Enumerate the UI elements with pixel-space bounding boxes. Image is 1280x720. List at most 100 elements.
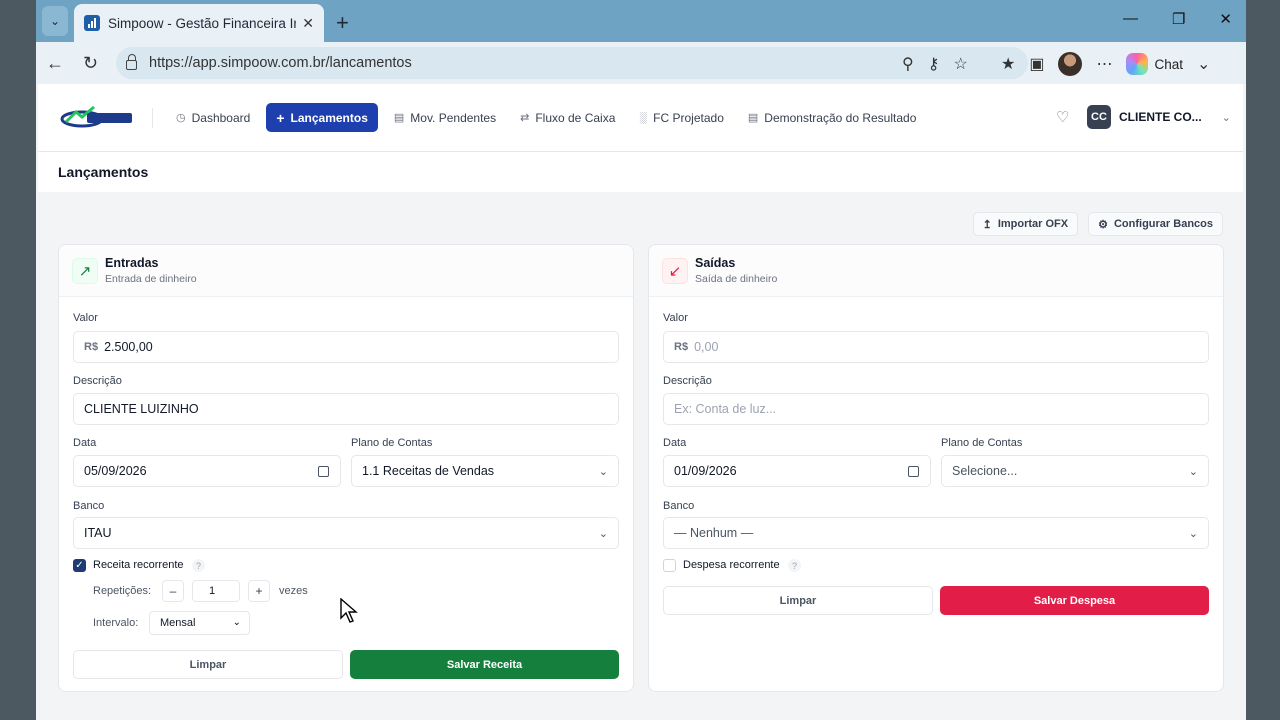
user-avatar: CC: [1087, 105, 1111, 129]
new-tab-plus-icon[interactable]: +: [336, 10, 349, 36]
nav-items: ◷ Dashboard + Lançamentos ▤ Mov. Pendentes …: [168, 103, 924, 132]
nav-mov-pendentes[interactable]: ▤ Mov. Pendentes: [386, 103, 504, 132]
intervalo-select[interactable]: Mensal ⌄: [149, 611, 250, 635]
entradas-banco-select[interactable]: ITAU ⌄: [73, 517, 619, 549]
page-actions: ↥ Importar OFX ⚙ Configurar Bancos: [972, 212, 1223, 236]
nav-mov-pendentes-label: Mov. Pendentes: [410, 110, 497, 125]
top-navigation: ◷ Dashboard + Lançamentos ▤ Mov. Pendentes …: [38, 84, 1243, 152]
plano-label: Plano de Contas: [941, 437, 1023, 449]
chevron-down-icon: ⌄: [232, 617, 241, 628]
nav-fluxo-label: Fluxo de Caixa: [535, 110, 616, 125]
notifications-bell-icon[interactable]: ♡: [1056, 108, 1069, 126]
despesa-recorrente-label: Despesa recorrente: [683, 559, 780, 571]
reload-icon[interactable]: ↻: [83, 53, 98, 74]
help-icon[interactable]: ?: [788, 559, 801, 572]
entradas-banco-value: ITAU: [84, 526, 112, 540]
decrement-button[interactable]: –: [162, 580, 184, 602]
calendar-icon[interactable]: [318, 466, 329, 477]
saidas-data-input[interactable]: 01/09/2026: [663, 455, 931, 487]
nav-fc-projetado[interactable]: ░ FC Projetado: [631, 103, 732, 132]
nav-demonstracao-label: Demonstração do Resultado: [764, 110, 917, 125]
chat-label: Chat: [1154, 56, 1183, 72]
calendar-icon[interactable]: [908, 466, 919, 477]
background-left: [0, 0, 36, 720]
sidebar-chevron-icon[interactable]: ⌄: [1197, 54, 1210, 74]
nav-lancamentos[interactable]: + Lançamentos: [266, 103, 378, 132]
back-arrow-icon[interactable]: ←: [46, 53, 64, 74]
chevron-down-icon: ⌄: [1188, 466, 1198, 478]
saidas-data-value: 01/09/2026: [674, 464, 737, 478]
user-name: CLIENTE CO...: [1119, 110, 1202, 124]
url-field[interactable]: https://app.simpoow.com.br/lancamentos: [116, 47, 1028, 79]
repeticoes-label: Repetições:: [93, 585, 152, 597]
saidas-subtitle: Saída de dinheiro: [695, 273, 778, 285]
key-icon[interactable]: ⚷: [928, 54, 940, 74]
entradas-valor-value: 2.500,00: [104, 340, 153, 354]
tab-actions-chevron-icon[interactable]: ⌄: [42, 6, 68, 36]
profile-avatar[interactable]: [1058, 52, 1083, 76]
tab-close-icon[interactable]: ✕: [302, 15, 314, 32]
bar-chart-icon: ░: [639, 111, 648, 124]
tab-title: Simpoow - Gestão Financeira Intel: [108, 15, 297, 31]
dashboard-icon: ◷: [176, 112, 186, 124]
copilot-chat-button[interactable]: Chat: [1126, 53, 1183, 75]
nav-dashboard[interactable]: ◷ Dashboard: [168, 103, 258, 132]
collections-icon[interactable]: ▣: [1029, 54, 1044, 74]
zoom-icon[interactable]: ⚲: [902, 54, 914, 74]
saidas-valor-placeholder: 0,00: [694, 340, 719, 354]
descricao-label: Descrição: [73, 375, 122, 387]
saidas-descricao-input[interactable]: Ex: Conta de luz...: [663, 393, 1209, 425]
page-title: Lançamentos: [38, 152, 1243, 192]
nav-demonstracao[interactable]: ▤ Demonstração do Resultado: [740, 103, 925, 132]
upload-icon: ↥: [982, 218, 992, 231]
help-icon[interactable]: ?: [192, 559, 205, 572]
entradas-descricao-input[interactable]: CLIENTE LUIZINHO: [73, 393, 619, 425]
saidas-banco-value: — Nenhum —: [674, 526, 754, 540]
increment-button[interactable]: +: [248, 580, 270, 602]
entradas-plano-select[interactable]: 1.1 Receitas de Vendas ⌄: [351, 455, 619, 487]
nav-separator: [152, 108, 153, 128]
entradas-limpar-button[interactable]: Limpar: [73, 650, 343, 679]
saidas-banco-select[interactable]: — Nenhum — ⌄: [663, 517, 1209, 549]
salvar-receita-button[interactable]: Salvar Receita: [350, 650, 619, 679]
intervalo-value: Mensal: [160, 617, 196, 629]
close-window-icon[interactable]: ✕: [1219, 10, 1232, 28]
plano-label: Plano de Contas: [351, 437, 433, 449]
entradas-data-input[interactable]: 05/09/2026: [73, 455, 341, 487]
document-icon: ▤: [747, 112, 759, 124]
plus-icon: +: [276, 109, 285, 126]
browser-tab[interactable]: Simpoow - Gestão Financeira Intel ✕: [74, 4, 324, 42]
vezes-label: vezes: [279, 585, 308, 597]
import-ofx-button[interactable]: ↥ Importar OFX: [972, 212, 1079, 236]
arrows-icon: ⇄: [520, 112, 530, 124]
maximize-icon[interactable]: ❐: [1172, 10, 1185, 28]
more-options-icon[interactable]: ⋯: [1096, 54, 1112, 74]
import-ofx-label: Importar OFX: [997, 218, 1069, 230]
configurar-bancos-button[interactable]: ⚙ Configurar Bancos: [1088, 212, 1223, 236]
repeticoes-input[interactable]: 1: [192, 580, 240, 602]
chevron-down-icon: ⌄: [598, 528, 608, 540]
favorites-icon[interactable]: ★: [1001, 54, 1015, 74]
tab-bar: ⌄ Simpoow - Gestão Financeira Intel ✕ + …: [36, 0, 1246, 42]
saidas-title: Saídas: [695, 256, 736, 270]
entradas-data-value: 05/09/2026: [84, 464, 147, 478]
entradas-valor-input[interactable]: R$ 2.500,00: [73, 331, 619, 363]
minimize-icon[interactable]: —: [1123, 10, 1138, 28]
saidas-limpar-button[interactable]: Limpar: [663, 586, 933, 615]
simpoow-favicon-icon: [84, 15, 100, 31]
entradas-descricao-value: CLIENTE LUIZINHO: [84, 402, 199, 416]
salvar-despesa-button[interactable]: Salvar Despesa: [940, 586, 1209, 615]
url-text: https://app.simpoow.com.br/lancamentos: [149, 55, 412, 71]
saidas-plano-select[interactable]: Selecione... ⌄: [941, 455, 1209, 487]
despesa-recorrente-checkbox[interactable]: [663, 559, 676, 572]
simpoow-logo[interactable]: [60, 104, 134, 130]
favorite-star-icon[interactable]: ☆: [953, 54, 967, 74]
nav-fluxo-de-caixa[interactable]: ⇄ Fluxo de Caixa: [512, 103, 623, 132]
entradas-header: ↗ Entradas Entrada de dinheiro: [59, 245, 633, 297]
saidas-valor-input[interactable]: R$ 0,00: [663, 331, 1209, 363]
arrow-up-right-icon: ↗: [72, 258, 98, 284]
address-bar-row: ← ↻ https://app.simpoow.com.br/lancament…: [36, 42, 1246, 84]
user-menu[interactable]: CC CLIENTE CO... ⌄: [1087, 105, 1231, 129]
receita-recorrente-checkbox[interactable]: ✓: [73, 559, 86, 572]
valor-label: Valor: [663, 312, 688, 324]
